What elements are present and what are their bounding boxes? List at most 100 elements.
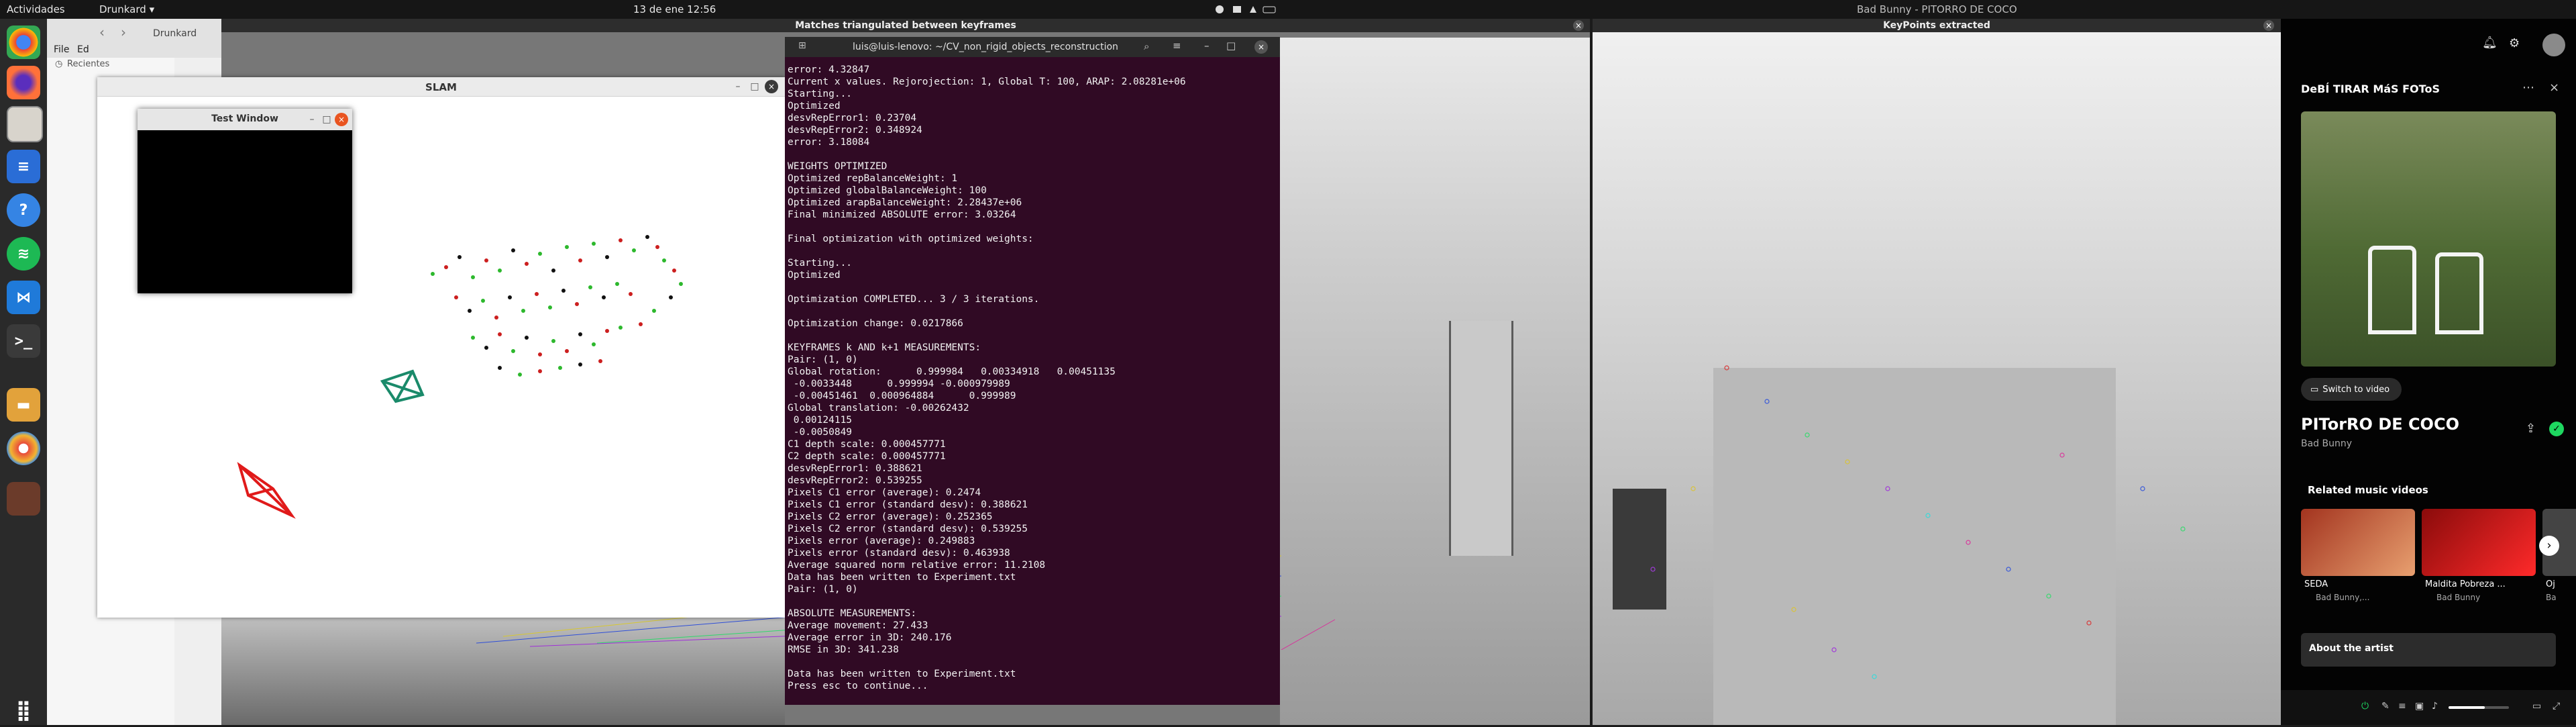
- terminal-line: Average squared norm relative error: 11.…: [788, 560, 1046, 571]
- minimize-button[interactable]: –: [305, 113, 319, 126]
- shotwell-icon[interactable]: [7, 482, 40, 516]
- device-icon[interactable]: ▣: [2415, 701, 2424, 712]
- terminal-line: Pixels C1 error (standard desv): 0.38862…: [788, 499, 1028, 510]
- channel-title: DeBÍ TIRAR MáS FOToS: [2301, 83, 2440, 95]
- close-button[interactable]: ×: [335, 113, 348, 126]
- minimize-button[interactable]: –: [731, 80, 745, 93]
- files-icon[interactable]: [7, 106, 43, 142]
- maximize-button[interactable]: □: [748, 80, 761, 93]
- chevron-right-icon[interactable]: ›: [2539, 536, 2559, 556]
- terminal-line: -0.00451461 0.000964884 0.999989: [788, 391, 1016, 401]
- terminal-line: Optimized arapBalanceWeight: 2.28437e+06: [788, 197, 1022, 208]
- slam-titlebar[interactable]: SLAM – □ ×: [97, 77, 785, 97]
- song-title: PITorRO DE COCO: [2301, 415, 2459, 434]
- terminal-line: ABSOLUTE MEASUREMENTS:: [788, 608, 917, 619]
- terminal-line: Final optimization with optimized weight…: [788, 234, 1034, 244]
- volume-slider[interactable]: [2449, 706, 2509, 709]
- menu-edit[interactable]: Ed: [77, 44, 89, 55]
- camera-red: [237, 462, 296, 519]
- about-artist-label: About the artist: [2309, 643, 2394, 654]
- video-icon: ▭: [2310, 384, 2319, 395]
- maximize-button[interactable]: □: [320, 113, 333, 126]
- switch-to-video-button[interactable]: ▭ Switch to video: [2301, 378, 2402, 401]
- terminal-line: error: 4.32847: [788, 64, 870, 75]
- clock[interactable]: 13 de ene 12:56: [633, 3, 716, 15]
- path-bar[interactable]: Drunkard: [153, 28, 197, 39]
- top-bar: Actividades Drunkard ▾ 13 de ene 12:56 B…: [0, 0, 2576, 19]
- terminal-line: desvRepError2: 0.539255: [788, 475, 922, 486]
- spotify-icon[interactable]: ≋: [7, 237, 40, 271]
- avatar[interactable]: [2542, 34, 2565, 56]
- archive-icon[interactable]: ▬: [7, 388, 40, 422]
- close-icon[interactable]: ×: [1573, 20, 1584, 31]
- related-artist-2: Ba: [2546, 593, 2557, 602]
- photos-icon[interactable]: [7, 432, 40, 465]
- window-title: Bad Bunny - PITORRO DE COCO: [1857, 3, 2017, 15]
- close-icon[interactable]: ×: [2549, 81, 2559, 95]
- test-window-titlebar[interactable]: Test Window – □ ×: [138, 109, 352, 130]
- minimize-button[interactable]: –: [1204, 40, 1210, 52]
- related-title-1[interactable]: Maldita Pobreza ...: [2425, 579, 2506, 589]
- related-thumb-0[interactable]: [2301, 509, 2415, 576]
- status-icons: [1216, 5, 1276, 13]
- menu-icon[interactable]: ≡: [1173, 40, 1181, 52]
- chrome-icon[interactable]: [7, 26, 40, 59]
- close-button[interactable]: ×: [1254, 40, 1268, 54]
- system-tray[interactable]: [1213, 3, 1280, 19]
- cast-icon[interactable]: ⚙: [2509, 36, 2520, 50]
- terminal-line: error: 3.18084: [788, 137, 870, 148]
- terminal-line: desvRepError1: 0.23704: [788, 113, 917, 124]
- vscode-icon[interactable]: ⋈: [7, 281, 40, 314]
- terminal-titlebar[interactable]: ⊞ luis@luis-lenovo: ~/CV_non_rigid_objec…: [785, 37, 1280, 57]
- share-icon[interactable]: ⇪: [2526, 422, 2536, 436]
- maximize-button[interactable]: □: [1226, 40, 1236, 52]
- miniplayer-icon[interactable]: ▭: [2532, 701, 2541, 712]
- terminal-line: Global rotation: 0.999984 0.00334918 0.0…: [788, 367, 1116, 377]
- close-button[interactable]: ×: [765, 80, 778, 93]
- grid-icon[interactable]: ⣿: [7, 693, 40, 727]
- back-button[interactable]: ‹: [99, 24, 105, 40]
- youtube-music-window: 🔔︎ ⚙ DeBÍ TIRAR MáS FOToS ⋯ × ▭ Switch t…: [2281, 19, 2576, 725]
- app-menu[interactable]: Drunkard ▾: [99, 3, 154, 15]
- artist-name[interactable]: Bad Bunny: [2301, 438, 2352, 449]
- terminal-output: error: 4.32847 Current x values. Rejoroje…: [788, 64, 1277, 692]
- related-thumb-1[interactable]: [2422, 509, 2536, 576]
- menu-file[interactable]: File: [54, 44, 69, 55]
- search-icon[interactable]: ⌕: [1144, 40, 1149, 52]
- terminal-line: C1 depth scale: 0.000457771: [788, 439, 946, 450]
- saved-check-icon[interactable]: ✓: [2549, 422, 2564, 436]
- sidebar-item-recientes[interactable]: Recientes: [67, 59, 109, 69]
- help-icon[interactable]: ?: [7, 193, 40, 227]
- firefox-icon[interactable]: [7, 66, 40, 99]
- album-art[interactable]: [2301, 111, 2556, 367]
- activities-button[interactable]: Actividades: [7, 3, 65, 15]
- fullscreen-icon[interactable]: ⤢: [2553, 701, 2560, 712]
- terminal-line: Starting...: [788, 258, 853, 269]
- app-menu-label: Drunkard: [99, 3, 146, 15]
- terminal-line: C2 depth scale: 0.000457771: [788, 451, 946, 462]
- lyrics-icon[interactable]: ✎: [2381, 701, 2390, 712]
- forward-button[interactable]: ›: [121, 24, 126, 40]
- more-icon[interactable]: ⋯: [2522, 81, 2534, 95]
- mic-icon[interactable]: ⏻: [2361, 701, 2369, 712]
- related-title-2[interactable]: Oj: [2546, 579, 2555, 589]
- writer-icon[interactable]: ≡: [7, 150, 40, 183]
- terminal-line: Average movement: 27.433: [788, 620, 928, 631]
- queue-icon[interactable]: ≡: [2398, 701, 2406, 712]
- new-tab-icon[interactable]: ⊞: [798, 40, 806, 51]
- volume-icon[interactable]: ♪: [2432, 701, 2438, 712]
- about-artist-card[interactable]: About the artist: [2301, 633, 2556, 667]
- related-title-0[interactable]: SEDA: [2304, 579, 2328, 589]
- matches-window-title: Matches triangulated between keyframes: [795, 20, 1016, 31]
- terminal-icon[interactable]: >_: [7, 324, 40, 358]
- terminal-title: luis@luis-lenovo: ~/CV_non_rigid_objects…: [853, 42, 1118, 52]
- terminal-window[interactable]: ⊞ luis@luis-lenovo: ~/CV_non_rigid_objec…: [785, 37, 1280, 705]
- notifications-icon[interactable]: 🔔︎: [2482, 36, 2498, 50]
- terminal-line: -0.0050849: [788, 427, 853, 438]
- dock: ≡ ? ≋ ⋈ >_ ▬ ⣿: [0, 19, 47, 725]
- close-icon[interactable]: ×: [2263, 20, 2274, 31]
